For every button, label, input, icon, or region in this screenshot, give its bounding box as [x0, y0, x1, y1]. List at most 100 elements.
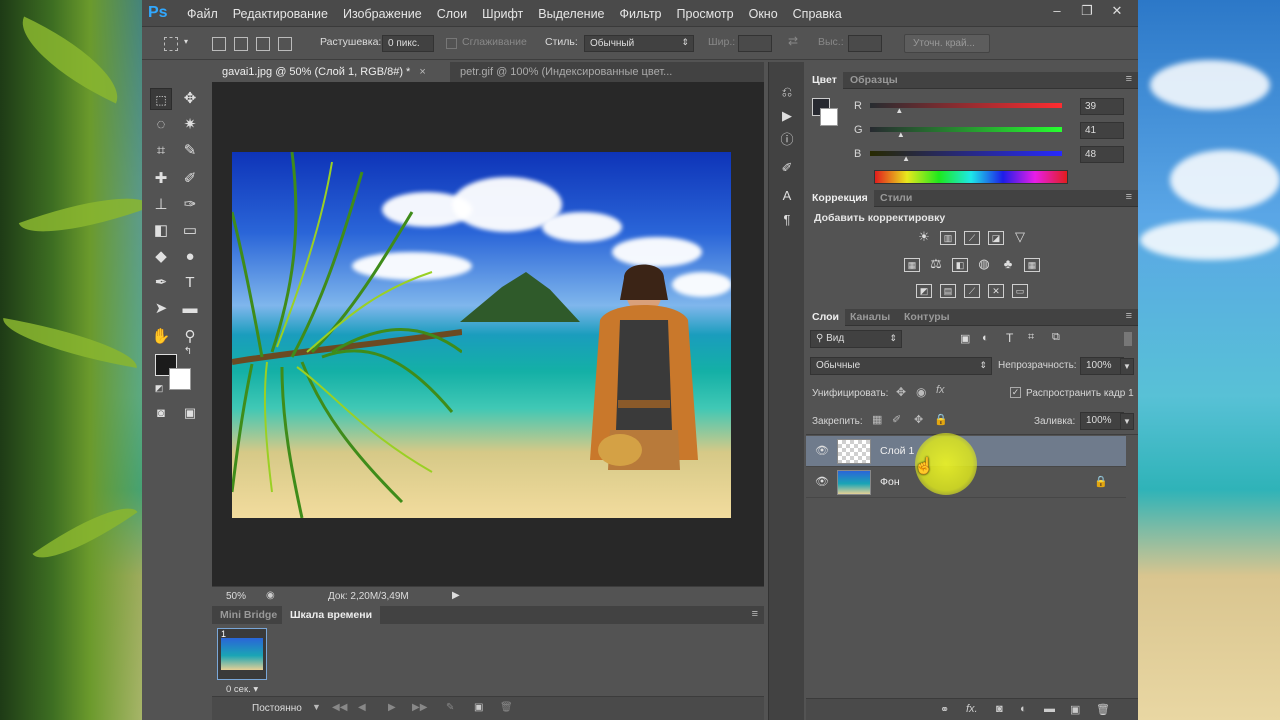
menu-filter[interactable]: Фильтр — [620, 7, 662, 21]
tab-channels[interactable]: Каналы — [844, 309, 896, 326]
preset-chevron-icon[interactable]: ▾ — [184, 37, 188, 46]
hand-tool-icon[interactable]: ✋ — [150, 326, 172, 348]
brightness-adj-icon[interactable]: ☀ — [916, 230, 932, 245]
tab-layers[interactable]: Слои — [806, 309, 845, 326]
marquee-preset-icon[interactable] — [164, 37, 178, 51]
unify-visibility-icon[interactable]: ◉ — [916, 385, 926, 399]
new-frame-icon[interactable]: ▣ — [474, 702, 483, 713]
history-brush-icon[interactable]: ✑ — [179, 194, 201, 216]
fill-input[interactable]: 100% — [1080, 412, 1124, 430]
panel-menu-icon[interactable]: ≡ — [1126, 310, 1132, 322]
actions-panel-icon[interactable]: ▶ — [777, 106, 797, 126]
green-slider-thumb-icon[interactable]: ▲ — [897, 130, 905, 139]
unify-style-icon[interactable]: fx — [936, 384, 945, 396]
brush-tool-icon[interactable]: ✐ — [179, 168, 201, 190]
channel-mixer-adj-icon[interactable]: ♣ — [1000, 257, 1016, 272]
layer-name[interactable]: Фон — [880, 476, 900, 488]
panel-menu-icon[interactable]: ≡ — [1126, 73, 1132, 85]
history-panel-icon[interactable]: ⎌ — [777, 82, 797, 102]
type-tool-icon[interactable]: T — [179, 272, 201, 294]
lock-position-icon[interactable]: ✥ — [914, 413, 923, 426]
color-balance-adj-icon[interactable]: ⚖ — [928, 257, 944, 272]
hue-sat-adj-icon[interactable]: ▦ — [904, 258, 920, 272]
menu-type[interactable]: Шрифт — [482, 7, 523, 21]
opacity-dropdown-icon[interactable]: ▼ — [1120, 358, 1134, 375]
selective-color-adj-icon[interactable]: ✕ — [988, 284, 1004, 298]
propagate-checkbox[interactable]: ✓ — [1010, 387, 1021, 398]
background-color-swatch[interactable] — [169, 368, 191, 390]
pixel-filter-icon[interactable]: ▣ — [960, 332, 970, 345]
tab-paths[interactable]: Контуры — [898, 309, 956, 326]
width-input[interactable] — [738, 35, 772, 52]
default-colors-icon[interactable]: ◩ — [153, 382, 165, 394]
adjustment-filter-icon[interactable]: ◐ — [982, 332, 989, 344]
blue-slider[interactable] — [870, 151, 1062, 156]
menu-view[interactable]: Просмотр — [677, 7, 734, 21]
crop-tool-icon[interactable]: ⌗ — [150, 140, 172, 162]
new-adjustment-icon[interactable]: ◐ — [1020, 703, 1027, 715]
levels-adj-icon[interactable]: ▥ — [940, 231, 956, 245]
antialias-checkbox[interactable] — [446, 38, 457, 49]
red-slider-thumb-icon[interactable]: ▲ — [895, 106, 903, 115]
first-frame-icon[interactable]: ◀◀ — [332, 702, 347, 713]
menu-image[interactable]: Изображение — [343, 7, 422, 21]
new-group-icon[interactable]: ▬ — [1044, 703, 1055, 715]
tab-gavai1[interactable]: gavai1.jpg @ 50% (Слой 1, RGB/8#) * × — [212, 62, 450, 82]
dodge-tool-icon[interactable]: ● — [179, 246, 201, 268]
layer-style-icon[interactable]: fx. — [966, 703, 978, 715]
layer-filter-select[interactable]: ⚲ Вид ⇕ — [810, 330, 902, 348]
feather-input[interactable]: 0 пикс. — [382, 35, 434, 52]
tab-color[interactable]: Цвет — [806, 72, 843, 89]
link-layers-icon[interactable]: ⚭ — [940, 703, 949, 716]
refine-edge-button[interactable]: Уточн. край... — [904, 34, 990, 53]
loop-select[interactable]: Постоянно — [252, 703, 302, 714]
status-share-icon[interactable]: ◉ — [266, 590, 275, 601]
layer-name[interactable]: Слой 1 — [880, 445, 914, 457]
filter-toggle[interactable] — [1124, 332, 1132, 346]
loop-chevron-icon[interactable]: ▼ — [312, 702, 321, 712]
tab-styles[interactable]: Стили — [874, 190, 918, 207]
stamp-tool-icon[interactable]: ⊥ — [150, 194, 172, 216]
path-select-icon[interactable]: ➤ — [150, 298, 172, 320]
fill-dropdown-icon[interactable]: ▼ — [1120, 413, 1134, 430]
frame-delay[interactable]: 0 сек. ▾ — [226, 684, 258, 695]
vibrance-adj-icon[interactable]: ▽ — [1012, 230, 1028, 245]
style-select[interactable]: Обычный ⇕ — [584, 35, 694, 52]
delete-layer-icon[interactable]: 🗑 — [1096, 703, 1110, 716]
quick-mask-icon[interactable]: ◙ — [150, 402, 172, 424]
document-image[interactable] — [232, 152, 731, 518]
photo-filter-adj-icon[interactable]: ◍ — [976, 257, 992, 272]
threshold-adj-icon[interactable]: ⟋ — [964, 284, 980, 298]
close-button[interactable]: ✕ — [1102, 2, 1132, 22]
zoom-level[interactable]: 50% — [226, 591, 246, 602]
status-menu-arrow-icon[interactable]: ▶ — [452, 590, 460, 601]
brush-panel-icon[interactable]: ✐ — [777, 158, 797, 178]
color-lookup-adj-icon[interactable]: ▦ — [1024, 258, 1040, 272]
add-mask-icon[interactable]: ◙ — [996, 703, 1003, 715]
lock-pixels-icon[interactable]: ✐ — [892, 413, 901, 426]
menu-layers[interactable]: Слои — [437, 7, 467, 21]
move-tool-icon[interactable]: ✥ — [179, 88, 201, 110]
gradient-map-adj-icon[interactable]: ▭ — [1012, 284, 1028, 298]
minimize-button[interactable]: – — [1042, 2, 1072, 22]
menu-file[interactable]: Файл — [187, 7, 218, 21]
color-bg-swatch[interactable] — [820, 108, 838, 126]
swap-icon[interactable]: ⇄ — [788, 34, 798, 48]
tab-timeline[interactable]: Шкала времени — [282, 606, 381, 624]
blend-mode-select[interactable]: Обычные ⇕ — [810, 357, 992, 375]
color-spectrum-bar[interactable] — [874, 170, 1068, 184]
menu-help[interactable]: Справка — [793, 7, 842, 21]
prev-frame-icon[interactable]: ◀ — [358, 702, 366, 713]
eraser-tool-icon[interactable]: ◧ — [150, 220, 172, 242]
exposure-adj-icon[interactable]: ◪ — [988, 231, 1004, 245]
subtract-selection-icon[interactable] — [256, 37, 270, 51]
tab-petr[interactable]: petr.gif @ 100% (Индексированные цвет... — [450, 62, 764, 82]
delete-frame-icon[interactable]: 🗑 — [500, 702, 513, 713]
swap-colors-icon[interactable]: ↰ — [182, 346, 194, 358]
canvas-area[interactable] — [212, 82, 764, 586]
panel-menu-icon[interactable]: ≡ — [752, 608, 758, 620]
red-value[interactable]: 39 — [1080, 98, 1124, 115]
lock-all-icon[interactable]: 🔒 — [934, 413, 948, 426]
character-panel-icon[interactable]: A — [777, 186, 797, 206]
eye-icon[interactable]: 👁 — [815, 444, 829, 458]
